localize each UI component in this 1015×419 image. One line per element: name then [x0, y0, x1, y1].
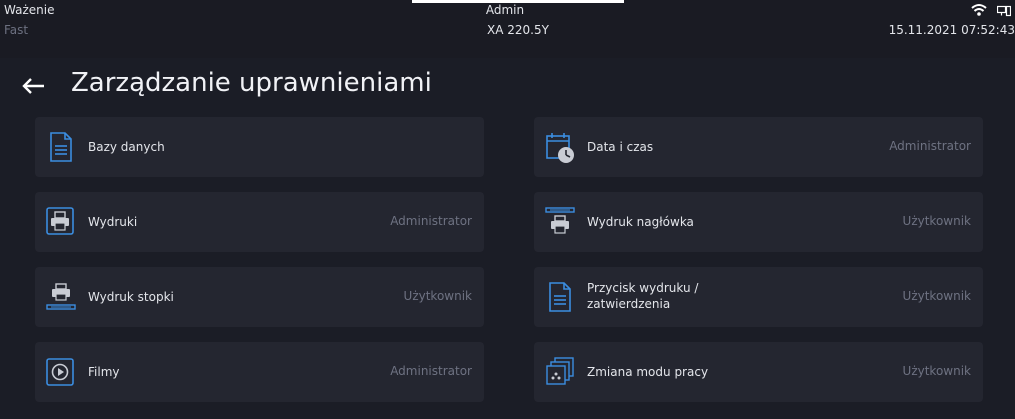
printer-icon	[46, 206, 76, 238]
setting-role: Administrator	[390, 214, 472, 228]
setting-role: Administrator	[390, 364, 472, 378]
setting-role: Użytkownik	[902, 289, 971, 303]
stacked-cards-icon	[545, 356, 575, 388]
submode-label: Fast	[4, 23, 29, 37]
setting-label: Bazy danych	[88, 140, 165, 154]
setting-zmiana-modu-pracy[interactable]: Zmiana modu pracy Użytkownik	[534, 342, 983, 402]
setting-wydruk-stopki[interactable]: Wydruk stopki Użytkownik	[35, 267, 484, 327]
network-icon	[996, 2, 1012, 21]
setting-bazy-danych[interactable]: Bazy danych	[35, 117, 484, 177]
datetime-label: 15.11.2021 07:52:43	[888, 23, 1015, 37]
setting-label: Wydruki	[88, 215, 138, 229]
setting-label: Wydruk nagłówka	[587, 215, 694, 229]
setting-label: Wydruk stopki	[88, 290, 174, 304]
document-icon	[545, 281, 575, 313]
setting-label: Zmiana modu pracy	[587, 365, 709, 379]
setting-label: Data i czas	[587, 140, 654, 154]
setting-label-line1: Przycisk wydruku /	[587, 281, 699, 295]
model-label: XA 220.5Y	[487, 23, 549, 37]
setting-data-i-czas[interactable]: Data i czas Administrator	[534, 117, 983, 177]
page-header: Zarządzanie uprawnieniami	[0, 62, 1015, 110]
status-bar: Ważenie Fast Admin XA 220.5Y 15.11.2021 …	[0, 0, 1015, 58]
setting-filmy[interactable]: Filmy Administrator	[35, 342, 484, 402]
setting-role: Użytkownik	[902, 214, 971, 228]
setting-label: Przycisk wydruku / zatwierdzenia	[587, 280, 698, 312]
setting-role: Użytkownik	[403, 289, 472, 303]
setting-role: Administrator	[889, 139, 971, 153]
play-icon	[46, 356, 76, 388]
setting-label-line2: zatwierdzenia	[587, 297, 671, 311]
setting-wydruki[interactable]: Wydruki Administrator	[35, 192, 484, 252]
setting-przycisk-wydruku[interactable]: Przycisk wydruku / zatwierdzenia Użytkow…	[534, 267, 983, 327]
setting-label: Filmy	[88, 365, 120, 379]
printer-header-icon	[545, 206, 575, 238]
setting-wydruk-naglowka[interactable]: Wydruk nagłówka Użytkownik	[534, 192, 983, 252]
wifi-icon	[971, 2, 987, 21]
setting-role: Użytkownik	[902, 364, 971, 378]
printer-footer-icon	[46, 281, 76, 313]
mode-label: Ważenie	[4, 3, 55, 17]
document-icon	[46, 131, 76, 163]
user-label: Admin	[485, 3, 525, 17]
page-title: Zarządzanie uprawnieniami	[71, 68, 432, 98]
calendar-clock-icon	[545, 131, 575, 163]
arrow-left-icon[interactable]	[20, 71, 50, 101]
